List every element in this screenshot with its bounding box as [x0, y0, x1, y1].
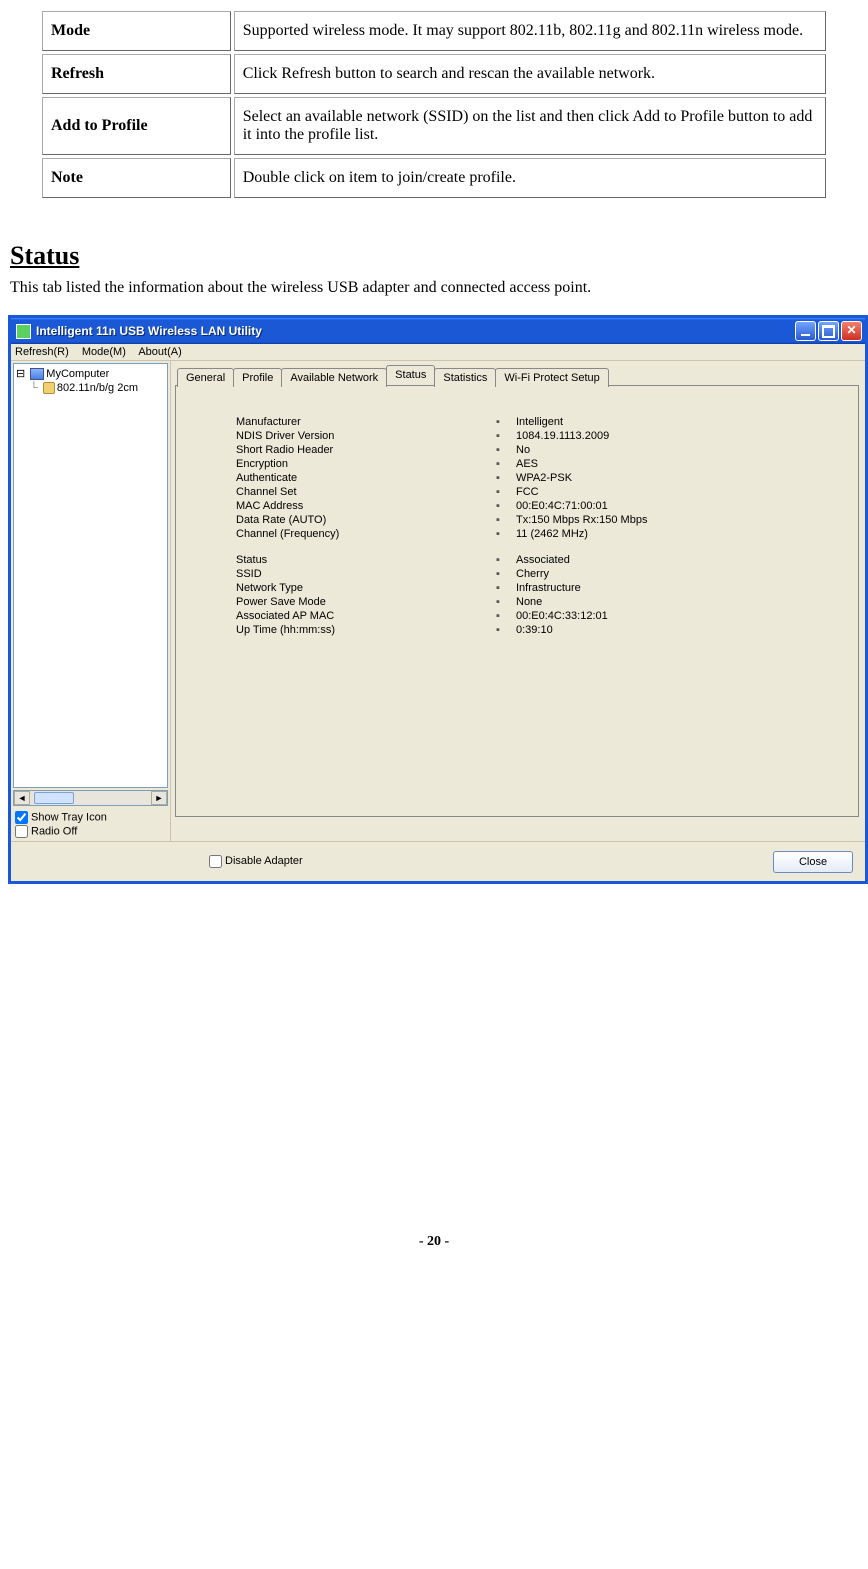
status-key: MAC Address [236, 500, 496, 512]
status-key: Short Radio Header [236, 444, 496, 456]
page-number: - 20 - [8, 1234, 860, 1250]
status-key: Associated AP MAC [236, 610, 496, 622]
status-key: NDIS Driver Version [236, 430, 496, 442]
tree-scrollbar[interactable]: ◄ ► [13, 790, 168, 806]
definitions-table: Mode Supported wireless mode. It may sup… [39, 8, 829, 201]
show-tray-icon-check[interactable]: Show Tray Icon [15, 811, 166, 824]
scroll-right-icon[interactable]: ► [151, 791, 167, 805]
window-title: Intelligent 11n USB Wireless LAN Utility [36, 324, 793, 338]
close-button[interactable]: Close [773, 851, 853, 873]
row-label: Mode [42, 11, 231, 51]
tree-child[interactable]: 802.11n/b/g 2cm [16, 381, 165, 395]
status-key: Channel (Frequency) [236, 528, 496, 540]
tab-status[interactable]: Status [386, 365, 435, 385]
tab-statistics[interactable]: Statistics [434, 368, 496, 387]
tree-checkboxes: Show Tray Icon Radio Off [11, 808, 170, 841]
status-key: Up Time (hh:mm:ss) [236, 624, 496, 636]
menubar: Refresh(R) Mode(M) About(A) [11, 344, 865, 361]
status-val: Intelligent [516, 416, 838, 428]
adapter-icon [43, 382, 55, 394]
section-desc: This tab listed the information about th… [10, 279, 860, 297]
tab-row: General Profile Available Network Status… [177, 365, 859, 385]
tree-panel: MyComputer 802.11n/b/g 2cm ◄ ► Show Tray… [11, 361, 171, 841]
status-val: 0:39:10 [516, 624, 838, 636]
status-key: Power Save Mode [236, 596, 496, 608]
tab-profile[interactable]: Profile [233, 368, 282, 387]
computer-icon [30, 368, 44, 380]
row-desc: Double click on item to join/create prof… [234, 158, 826, 198]
close-window-button[interactable] [841, 321, 862, 341]
status-key: SSID [236, 568, 496, 580]
row-desc: Click Refresh button to search and resca… [234, 54, 826, 94]
status-key: Channel Set [236, 486, 496, 498]
app-window: Intelligent 11n USB Wireless LAN Utility… [8, 315, 868, 884]
status-key: Network Type [236, 582, 496, 594]
status-val: No [516, 444, 838, 456]
status-val: FCC [516, 486, 838, 498]
tree-view[interactable]: MyComputer 802.11n/b/g 2cm [13, 363, 168, 788]
status-key: Encryption [236, 458, 496, 470]
status-key: Manufacturer [236, 416, 496, 428]
scroll-thumb[interactable] [34, 792, 74, 804]
section-heading: Status [10, 241, 860, 271]
tab-available-network[interactable]: Available Network [281, 368, 387, 387]
tab-body: Manufacturer▪Intelligent NDIS Driver Ver… [175, 385, 859, 817]
titlebar[interactable]: Intelligent 11n USB Wireless LAN Utility [11, 318, 865, 344]
status-val: AES [516, 458, 838, 470]
status-val: WPA2-PSK [516, 472, 838, 484]
status-val: Cherry [516, 568, 838, 580]
row-label: Add to Profile [42, 97, 231, 155]
status-val: 00:E0:4C:71:00:01 [516, 500, 838, 512]
row-desc: Select an available network (SSID) on th… [234, 97, 826, 155]
status-key: Authenticate [236, 472, 496, 484]
status-val: Infrastructure [516, 582, 838, 594]
app-icon [16, 324, 31, 339]
tab-general[interactable]: General [177, 368, 234, 387]
tab-area: General Profile Available Network Status… [171, 361, 865, 841]
row-label: Refresh [42, 54, 231, 94]
status-grid: Manufacturer▪Intelligent NDIS Driver Ver… [236, 416, 838, 636]
scroll-left-icon[interactable]: ◄ [14, 791, 30, 805]
maximize-button[interactable] [818, 321, 839, 341]
status-val: 11 (2462 MHz) [516, 528, 838, 540]
row-label: Note [42, 158, 231, 198]
row-desc: Supported wireless mode. It may support … [234, 11, 826, 51]
status-val: Associated [516, 554, 838, 566]
bottom-bar: Disable Adapter Close [11, 841, 865, 881]
radio-off-check[interactable]: Radio Off [15, 825, 166, 838]
status-key: Status [236, 554, 496, 566]
status-key: Data Rate (AUTO) [236, 514, 496, 526]
status-val: 00:E0:4C:33:12:01 [516, 610, 838, 622]
status-val: None [516, 596, 838, 608]
disable-adapter-check[interactable]: Disable Adapter [209, 855, 303, 867]
menu-about[interactable]: About(A) [138, 346, 181, 358]
status-val: 1084.19.1113.2009 [516, 430, 838, 442]
tree-root[interactable]: MyComputer [16, 366, 165, 381]
status-val: Tx:150 Mbps Rx:150 Mbps [516, 514, 838, 526]
minimize-button[interactable] [795, 321, 816, 341]
menu-refresh[interactable]: Refresh(R) [15, 346, 69, 358]
menu-mode[interactable]: Mode(M) [82, 346, 126, 358]
tab-wifi-protect[interactable]: Wi-Fi Protect Setup [495, 368, 608, 387]
